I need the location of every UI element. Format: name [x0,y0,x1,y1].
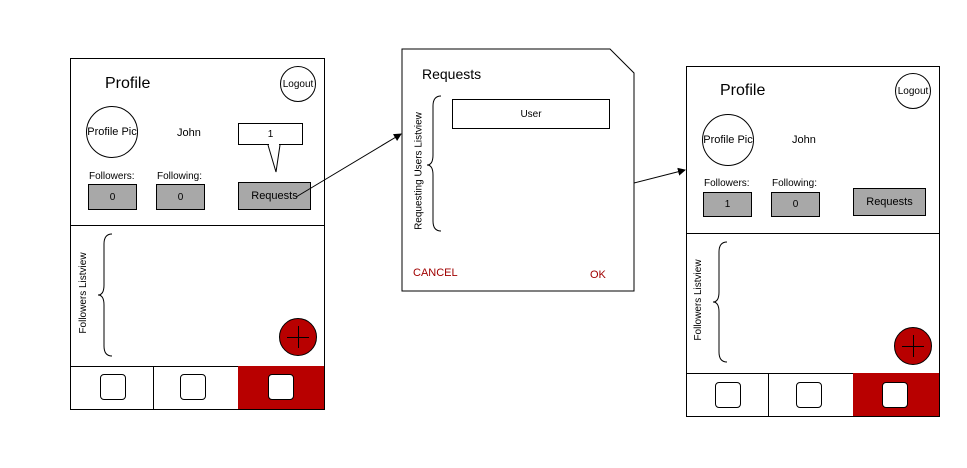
arrow-icon [295,133,402,198]
brace-icon [426,95,442,232]
arrow-icon [633,167,686,184]
diagram-overlay [97,48,728,363]
brace-icon [97,233,113,357]
brace-icon [712,241,728,363]
requests-dialog [401,48,635,292]
bubble-tail [267,144,281,173]
